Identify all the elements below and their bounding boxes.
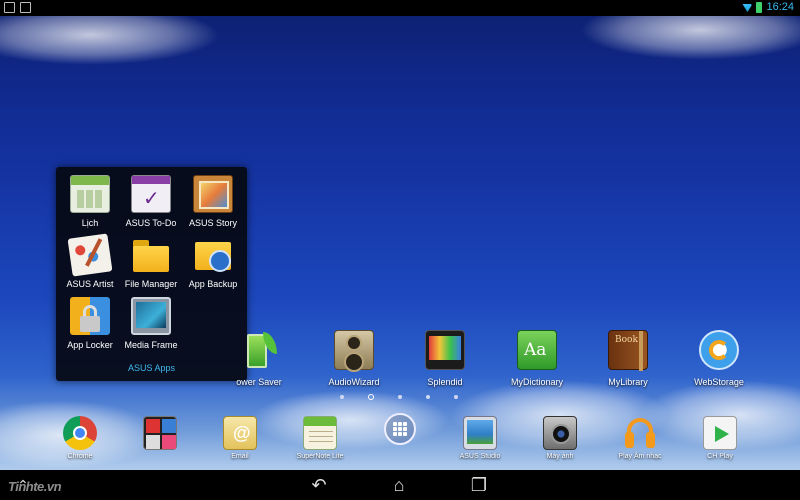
dock-app-play-music[interactable]: Play Âm nhạc [600,416,680,460]
home-app-mylibrary[interactable]: Book MyLibrary [586,330,670,387]
dock-app-asus-studio[interactable]: ASUS Studio [440,416,520,460]
artist-brush-icon [67,233,113,277]
home-app-label: ower Saver [236,377,282,387]
folder-app-label: Lịch [81,218,99,228]
studio-gallery-icon [463,416,497,450]
watermark: Tinhte.vn [8,479,62,494]
dock-app-label: SuperNote Lite [296,453,344,460]
home-app-power-saver[interactable]: ower Saver [217,330,301,387]
dock-app-label: Chrome [67,453,93,460]
page-indicator[interactable] [340,394,458,400]
folder-app-media-frame[interactable]: Media Frame [120,297,182,350]
folder-app-label: ASUS Story [188,218,237,228]
all-apps-icon [384,413,416,445]
todo-check-icon: ✓ [131,175,171,213]
recent-apps-button[interactable]: ❐ [468,475,490,495]
notification-icons [4,2,31,13]
page-dot-active[interactable] [368,394,374,400]
status-bar[interactable]: 16:24 [0,0,800,16]
book-icon: Book [608,330,648,371]
home-app-splendid[interactable]: Splendid [403,330,487,387]
folder-app-label: App Backup [188,279,238,289]
folder-app-todo[interactable]: ✓ ASUS To-Do [120,175,182,228]
splendid-display-icon [425,330,465,370]
home-app-label: WebStorage [694,377,744,387]
folder-app-artist[interactable]: ASUS Artist [59,233,121,289]
home-app-label: AudioWizard [328,377,380,387]
power-saver-icon [239,330,279,370]
dictionary-icon: Aa [517,330,557,370]
folder-app-file-manager[interactable]: File Manager [120,236,182,289]
edit-notification-icon [20,2,31,13]
wifi-icon [742,4,753,12]
dock-app-play-store[interactable]: CH Play [680,416,760,460]
page-dot[interactable] [426,395,430,399]
screenshot-notification-icon [4,2,15,13]
folder-app-locker[interactable]: App Locker [59,297,121,350]
chrome-icon [63,416,97,450]
system-indicators: 16:24 [742,1,794,13]
media-frame-icon [131,297,171,335]
page-dot[interactable] [340,395,344,399]
folder-app-label: Media Frame [124,340,178,350]
webstorage-sync-icon [699,330,739,370]
widget-collage-icon [143,416,177,450]
dock-app-label: Email [231,453,249,460]
supernote-icon [303,416,337,450]
dock-app-label: ASUS Studio [459,453,501,460]
folder-app-backup[interactable]: App Backup [182,236,244,289]
story-album-icon [193,175,233,213]
folder-app-label: ASUS Artist [66,279,114,289]
clock: 16:24 [766,1,794,13]
folder-app-story[interactable]: ASUS Story [182,175,244,228]
speaker-icon [334,330,374,372]
home-app-label: Splendid [427,377,463,387]
dock-app-email[interactable]: @ Email [200,416,280,460]
page-dot[interactable] [398,395,402,399]
folder-icon [131,236,171,274]
battery-icon [756,1,763,13]
dock-app-supernote[interactable]: SuperNote Lite [280,416,360,460]
email-icon: @ [223,416,257,450]
home-app-label: MyLibrary [608,377,648,387]
folder-app-label: ASUS To-Do [125,218,177,228]
dock-all-apps-button[interactable] [360,413,440,448]
dock-app-chrome[interactable]: Chrome [40,416,120,460]
navigation-bar: ↶ ⌂ ❐ ⌃ [0,470,800,500]
home-button[interactable]: ⌂ [388,475,410,495]
folder-app-calendar[interactable]: Lịch [59,175,121,228]
home-app-mydictionary[interactable]: Aa MyDictionary [495,330,579,387]
dock-app-camera[interactable]: Máy ảnh [520,416,600,460]
home-app-label: MyDictionary [510,377,563,387]
dock-app-label: Play Âm nhạc [618,453,662,460]
headphones-icon [623,416,657,450]
dock-app-widget-collage[interactable] [120,416,200,453]
backup-icon [193,236,233,274]
folder-app-label: App Locker [67,340,113,350]
home-app-audiowizard[interactable]: AudioWizard [312,330,396,387]
play-store-icon [703,416,737,450]
back-button[interactable]: ↶ [308,475,330,495]
home-app-webstorage[interactable]: WebStorage [677,330,761,387]
dock-app-label: CH Play [707,453,733,460]
lock-icon [70,297,110,335]
dock-app-label: Máy ảnh [546,453,574,460]
calendar-icon [70,175,110,213]
camera-icon [543,416,577,450]
page-dot[interactable] [454,395,458,399]
folder-app-label: File Manager [124,279,178,289]
